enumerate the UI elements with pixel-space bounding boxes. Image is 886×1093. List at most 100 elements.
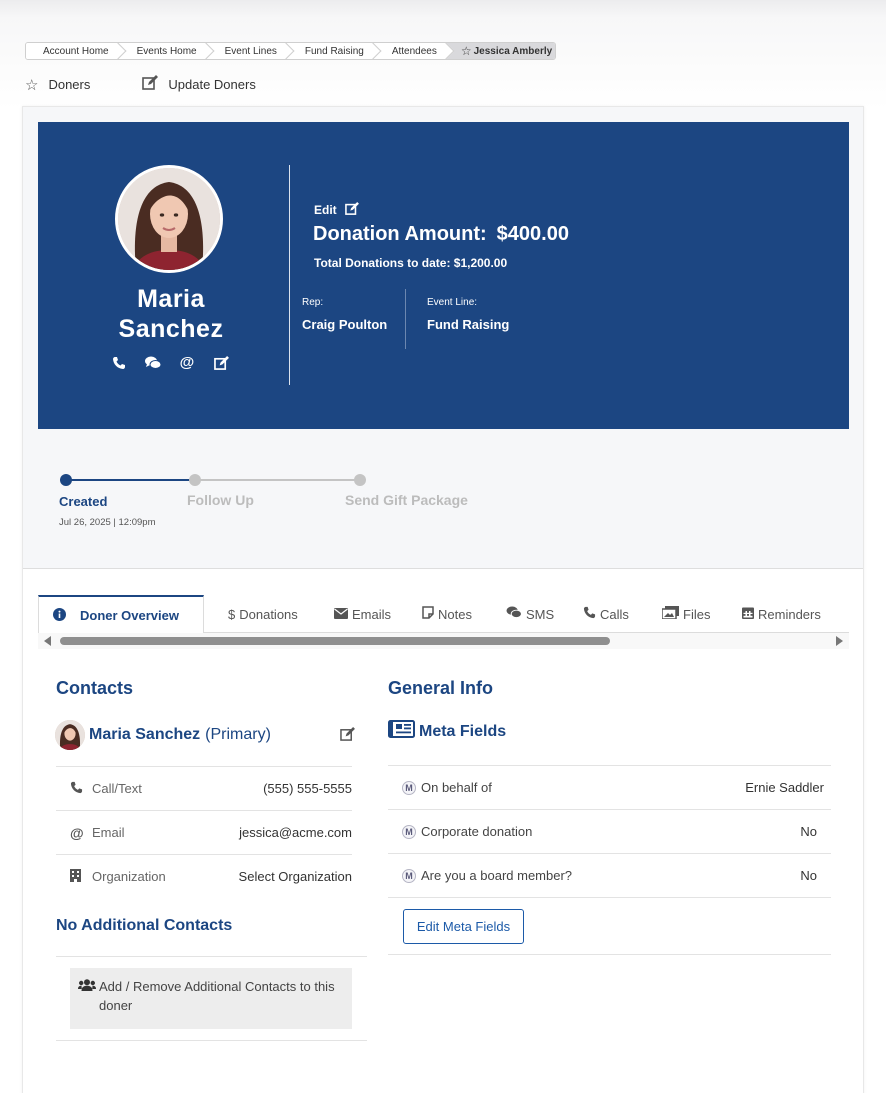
corporate-value: No xyxy=(800,824,817,839)
contact-row-email: @ Email jessica@acme.com xyxy=(56,810,352,854)
total-donations: Total Donations to date: $1,200.00 xyxy=(314,256,508,270)
no-additional-contacts: No Additional Contacts xyxy=(56,917,233,934)
avatar xyxy=(115,165,223,273)
profile-actions: @ xyxy=(110,355,230,373)
breadcrumb-fund-raising[interactable]: Fund Raising xyxy=(286,43,374,59)
event-line-block: Event Line: Fund Raising xyxy=(427,297,509,332)
tab-files[interactable]: Files xyxy=(661,595,710,633)
contact-name[interactable]: Maria Sanchez xyxy=(89,726,200,744)
tab-reminders[interactable]: Reminders xyxy=(742,595,821,633)
note-icon xyxy=(422,606,434,622)
tab-label: Notes xyxy=(438,606,472,622)
divider xyxy=(56,956,367,957)
event-line-value: Fund Raising xyxy=(427,317,510,332)
scroll-left-arrow[interactable] xyxy=(44,636,51,646)
primary-contact: Maria Sanchez (Primary) xyxy=(55,719,355,751)
contact-row-phone: Call/Text (555) 555-5555 xyxy=(56,766,352,810)
chat-icon[interactable] xyxy=(144,356,162,373)
profile-last-name: Sanchez xyxy=(118,315,224,343)
donation-amount: Donation Amount: $400.00 xyxy=(313,223,569,246)
scroll-right-arrow[interactable] xyxy=(836,636,843,646)
divider xyxy=(56,1040,367,1041)
doners-link-label: Doners xyxy=(48,77,91,92)
phone-value[interactable]: (555) 555-5555 xyxy=(263,781,352,796)
contact-row-label: @ Email xyxy=(70,825,125,841)
top-links: ☆ Doners Update Doners xyxy=(25,75,256,94)
tab-emails[interactable]: Emails xyxy=(334,595,391,633)
edit-donation-label: Edit xyxy=(314,203,337,217)
profile-name: Maria Sanchez xyxy=(76,284,266,344)
contact-row-label: Call/Text xyxy=(70,781,142,797)
tab-sms[interactable]: SMS xyxy=(506,595,554,633)
tab-bar: Doner Overview $ Donations Emails Notes … xyxy=(38,595,849,634)
edit-icon[interactable] xyxy=(212,356,230,373)
edit-meta-fields-button[interactable]: Edit Meta Fields xyxy=(403,909,524,944)
add-remove-contacts-button[interactable]: Add / Remove Additional Contacts to this… xyxy=(70,968,352,1029)
newspaper-icon xyxy=(388,720,415,743)
progress-tracker: Created Follow Up Send Gift Package Jul … xyxy=(59,472,479,532)
doner-card: Maria Sanchez @ Edit Donation Amount: $4… xyxy=(22,106,864,1093)
tab-label: Donations xyxy=(239,606,298,622)
tab-notes[interactable]: Notes xyxy=(422,595,472,633)
meta-field-icon: M xyxy=(402,868,416,883)
meta-row-board-member: M Are you a board member? No xyxy=(388,853,831,897)
users-icon xyxy=(78,977,96,996)
contact-avatar xyxy=(55,720,85,750)
contact-row-organization: Organization Select Organization xyxy=(56,854,352,898)
images-icon xyxy=(661,606,679,622)
organization-select[interactable]: Select Organization xyxy=(239,869,352,884)
meta-row-label: M On behalf of xyxy=(402,780,492,795)
update-doners-link[interactable]: Update Doners xyxy=(142,75,256,94)
breadcrumb-attendees[interactable]: Attendees xyxy=(373,43,447,59)
tab-doner-overview[interactable]: Doner Overview xyxy=(38,595,204,634)
event-line-label: Event Line: xyxy=(427,297,478,308)
tab-scrollbar[interactable] xyxy=(38,633,849,649)
calendar-icon xyxy=(742,606,754,622)
info-icon xyxy=(53,607,66,624)
board-member-value: No xyxy=(800,868,817,883)
edit-icon xyxy=(142,75,159,94)
meta-field-icon: M xyxy=(402,780,416,795)
on-behalf-label: On behalf of xyxy=(421,780,492,795)
doners-link[interactable]: ☆ Doners xyxy=(25,76,90,94)
stage-created-dot xyxy=(60,474,72,486)
add-remove-label: Add / Remove Additional Contacts to this… xyxy=(99,979,335,1013)
board-member-label: Are you a board member? xyxy=(421,868,573,883)
tab-donations[interactable]: $ Donations xyxy=(228,595,298,633)
star-icon: ☆ xyxy=(460,44,472,58)
profile-first-name: Maria xyxy=(137,285,205,313)
edit-contact-icon[interactable] xyxy=(340,727,355,744)
organization-label: Organization xyxy=(92,869,166,884)
donation-amount-label: Donation Amount: xyxy=(313,223,487,245)
star-icon: ☆ xyxy=(25,76,39,94)
tab-label: Emails xyxy=(352,606,392,622)
stage-created-date: Jul 26, 2025 | 12:09pm xyxy=(59,517,156,528)
breadcrumb-account-home[interactable]: Account Home xyxy=(26,43,119,59)
tab-label: Doner Overview xyxy=(80,608,179,623)
tab-calls[interactable]: Calls xyxy=(583,595,629,633)
stage-created-label: Created xyxy=(59,494,108,509)
meta-row-on-behalf: M On behalf of Ernie Saddler xyxy=(388,765,831,809)
breadcrumb-event-lines[interactable]: Event Lines xyxy=(206,43,287,59)
envelope-icon xyxy=(334,607,348,622)
scroll-thumb[interactable] xyxy=(60,637,610,645)
phone-icon[interactable] xyxy=(110,356,128,373)
breadcrumb-events-home[interactable]: Events Home xyxy=(118,43,207,59)
stage-follow-up-label: Follow Up xyxy=(187,492,254,508)
tab-label: Calls xyxy=(600,606,629,622)
contact-primary-tag: (Primary) xyxy=(205,726,271,743)
email-value[interactable]: jessica@acme.com xyxy=(239,825,352,840)
tab-label: SMS xyxy=(526,606,555,622)
corporate-label: Corporate donation xyxy=(421,824,533,839)
banner-divider xyxy=(289,165,290,385)
dollar-icon: $ xyxy=(228,606,236,622)
edit-donation-link[interactable]: Edit xyxy=(314,202,359,218)
rep-label: Rep: xyxy=(302,297,324,308)
at-icon[interactable]: @ xyxy=(178,355,196,373)
at-icon: @ xyxy=(70,824,84,841)
divider xyxy=(388,897,831,898)
contact-row-label: Organization xyxy=(70,868,166,885)
update-doners-label: Update Doners xyxy=(168,77,256,92)
meta-field-icon: M xyxy=(402,824,416,839)
stage-gift-label: Send Gift Package xyxy=(345,492,468,508)
